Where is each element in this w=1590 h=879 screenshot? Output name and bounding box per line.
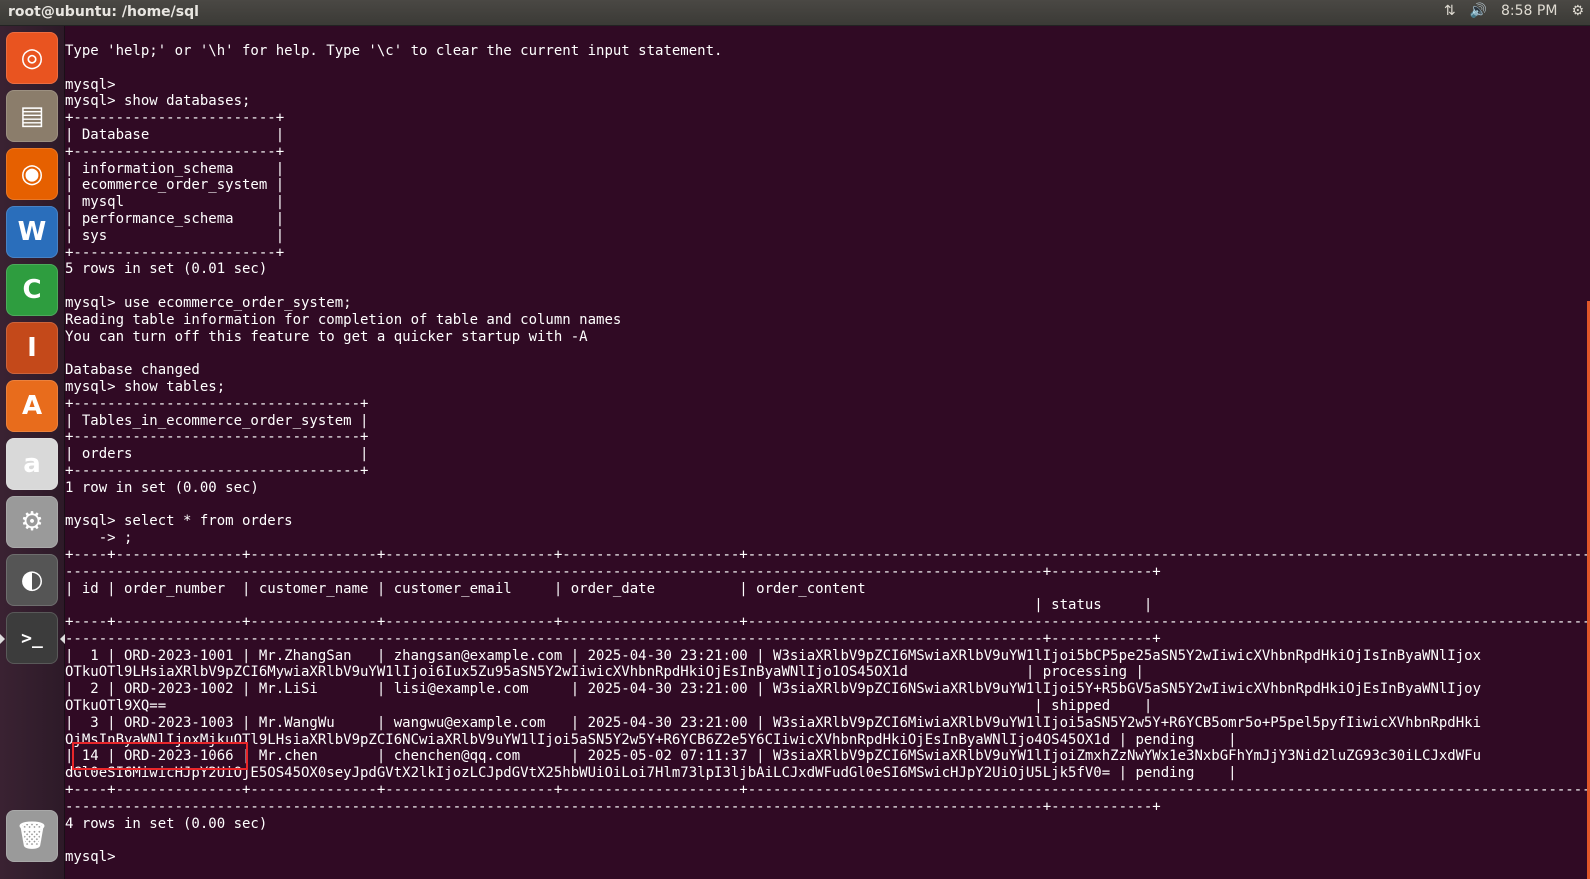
terminal-line: 1 row in set (0.00 sec) bbox=[65, 479, 259, 496]
disk-icon[interactable]: ◐ bbox=[6, 554, 58, 606]
terminal-line: | 14 | ORD-2023-1066 | Mr.chen | chenche… bbox=[65, 748, 1482, 765]
impress-icon[interactable]: I bbox=[6, 322, 58, 374]
terminal-line: +------------------------+ bbox=[65, 244, 285, 261]
terminal-line: | information_schema | bbox=[65, 160, 285, 177]
terminal-line: mysql> use ecommerce_order_system; bbox=[65, 294, 352, 311]
clock[interactable]: 8:58 PM bbox=[1501, 3, 1557, 19]
terminal-line: +----------------------------------+ bbox=[65, 429, 369, 446]
terminal-line: +----+---------------+---------------+--… bbox=[65, 546, 1590, 563]
files-icon[interactable]: ▤ bbox=[6, 90, 58, 142]
amazon-icon[interactable]: a bbox=[6, 438, 58, 490]
terminal-line: You can turn off this feature to get a q… bbox=[65, 328, 588, 345]
terminal-line: | id | order_number | customer_name | cu… bbox=[65, 580, 866, 597]
terminal-line: | Tables_in_ecommerce_order_system | bbox=[65, 412, 369, 429]
terminal-icon[interactable]: >_ bbox=[0, 612, 65, 664]
system-settings-icon[interactable]: ⚙ bbox=[6, 496, 58, 548]
terminal-line: mysql> show tables; bbox=[65, 378, 226, 395]
terminal-line: | 1 | ORD-2023-1001 | Mr.ZhangSan | zhan… bbox=[65, 647, 1482, 664]
ubuntu-dash-icon[interactable]: ◎ bbox=[6, 32, 58, 84]
terminal-line: | Database | bbox=[65, 126, 285, 143]
terminal-line: | sys | bbox=[65, 227, 285, 244]
terminal-line: ----------------------------------------… bbox=[65, 798, 1161, 815]
volume-icon[interactable]: 🔊 bbox=[1470, 3, 1487, 19]
launcher: ◎ ▤ ◉ W C I Aa ⚙ ◐ >_ 🗑 bbox=[0, 26, 65, 879]
software-center-icon[interactable]: A bbox=[6, 380, 58, 432]
terminal-line: +----------------------------------+ bbox=[65, 395, 369, 412]
terminal-line: OTkuOTl9XQ== | shipped | bbox=[65, 698, 1153, 715]
terminal-line: mysql> bbox=[65, 849, 125, 866]
terminal-line: mysql> show databases; bbox=[65, 93, 251, 110]
terminal-line: +----+---------------+---------------+--… bbox=[65, 614, 1590, 631]
terminal-line: ----------------------------------------… bbox=[65, 563, 1161, 580]
terminal-line: 5 rows in set (0.01 sec) bbox=[65, 261, 268, 278]
terminal-output: Type 'help;' or '\h' for help. Type '\c'… bbox=[65, 26, 1590, 866]
window-title: root@ubuntu: /home/sql bbox=[8, 4, 199, 20]
indicator-area: ⇅ 🔊 8:58 PM ⚙ bbox=[1444, 3, 1584, 19]
terminal-window[interactable]: Type 'help;' or '\h' for help. Type '\c'… bbox=[65, 26, 1590, 879]
terminal-line: +------------------------+ bbox=[65, 143, 285, 160]
terminal-line: -> ; bbox=[65, 530, 133, 547]
firefox-icon[interactable]: ◉ bbox=[6, 148, 58, 200]
terminal-line: OTkuOTl9LHsiaXRlbV9pZCI6MywiaXRlbV9uYW1l… bbox=[65, 664, 1144, 681]
terminal-line: | ecommerce_order_system | bbox=[65, 177, 285, 194]
terminal-line: ----------------------------------------… bbox=[65, 630, 1161, 647]
terminal-line: mysql> bbox=[65, 76, 116, 93]
terminal-line: +------------------------+ bbox=[65, 110, 285, 127]
settings-icon[interactable]: ⚙ bbox=[1571, 3, 1584, 19]
terminal-line: | orders | bbox=[65, 446, 369, 463]
terminal-line: 4 rows in set (0.00 sec) bbox=[65, 815, 268, 832]
terminal-line: mysql> select * from orders bbox=[65, 513, 293, 530]
calc-icon[interactable]: C bbox=[6, 264, 58, 316]
terminal-line: Database changed bbox=[65, 362, 200, 379]
terminal-line: Type 'help;' or '\h' for help. Type '\c'… bbox=[65, 43, 723, 59]
writer-icon[interactable]: W bbox=[6, 206, 58, 258]
network-icon[interactable]: ⇅ bbox=[1444, 3, 1456, 19]
terminal-line: | mysql | bbox=[65, 194, 285, 211]
terminal-line: +----+---------------+---------------+--… bbox=[65, 782, 1590, 799]
terminal-line: | 3 | ORD-2023-1003 | Mr.WangWu | wangwu… bbox=[65, 714, 1482, 731]
terminal-line: | status | bbox=[65, 597, 1153, 614]
terminal-line: | 2 | ORD-2023-1002 | Mr.LiSi | lisi@exa… bbox=[65, 681, 1482, 698]
terminal-line: | performance_schema | bbox=[65, 210, 285, 227]
terminal-line: +----------------------------------+ bbox=[65, 462, 369, 479]
top-panel: root@ubuntu: /home/sql ⇅ 🔊 8:58 PM ⚙ bbox=[0, 0, 1590, 26]
trash-icon[interactable]: 🗑 bbox=[6, 810, 58, 862]
highlight-annotation bbox=[72, 742, 248, 770]
terminal-line: Reading table information for completion… bbox=[65, 311, 622, 328]
